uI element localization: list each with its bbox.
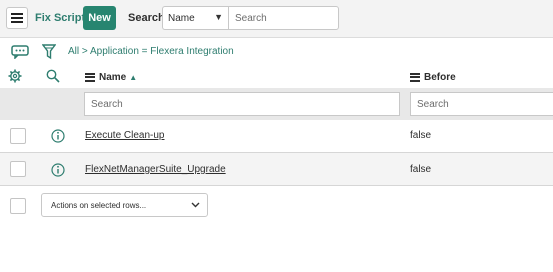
column-header-row: Name ▲ Before <box>0 63 553 89</box>
select-all-checkbox[interactable] <box>10 198 26 214</box>
search-icon[interactable] <box>46 69 60 83</box>
name-filter-input[interactable] <box>84 92 400 116</box>
chat-icon[interactable] <box>11 45 29 59</box>
chevron-down-icon <box>191 200 200 212</box>
search-input[interactable] <box>228 6 339 30</box>
new-button[interactable]: New <box>83 6 116 30</box>
column-header-name[interactable]: Name ▲ <box>85 71 137 83</box>
column-filter-row <box>0 88 553 120</box>
row-checkbox[interactable] <box>10 128 26 144</box>
before-value: false <box>410 130 432 141</box>
before-value: false <box>410 164 432 175</box>
script-name-link[interactable]: Execute Clean-up <box>85 130 165 141</box>
table-row: Execute Clean-up false <box>0 120 553 153</box>
sort-ascending-icon: ▲ <box>129 72 138 82</box>
filter-icon[interactable] <box>42 44 56 60</box>
breadcrumb-condition[interactable]: Application = Flexera Integration <box>90 46 234 57</box>
search-field-select[interactable]: Name ▼ <box>162 6 228 30</box>
search-label: Search <box>128 12 165 24</box>
row-checkbox[interactable] <box>10 161 26 177</box>
search-field-value: Name <box>168 13 195 24</box>
breadcrumb: All > Application = Flexera Integration <box>68 46 234 57</box>
breadcrumb-all[interactable]: All <box>68 46 79 57</box>
actions-select[interactable]: Actions on selected rows... <box>41 193 208 217</box>
hamburger-icon <box>11 13 23 23</box>
column-header-before[interactable]: Before <box>410 71 456 83</box>
before-filter-input[interactable] <box>410 92 553 116</box>
column-header-before-label: Before <box>424 71 456 83</box>
info-icon[interactable] <box>51 129 65 143</box>
column-header-name-label: Name <box>99 71 127 83</box>
breadcrumb-separator: > <box>81 46 88 57</box>
column-menu-icon[interactable] <box>85 71 95 83</box>
script-name-link[interactable]: FlexNetManagerSuite_Upgrade <box>85 164 226 175</box>
info-icon[interactable] <box>51 163 65 177</box>
caret-down-icon: ▼ <box>214 12 223 22</box>
menu-button[interactable] <box>6 7 28 29</box>
gear-icon[interactable] <box>8 69 22 83</box>
actions-select-value: Actions on selected rows... <box>51 201 147 210</box>
column-menu-icon[interactable] <box>410 71 420 83</box>
table-row: FlexNetManagerSuite_Upgrade false <box>0 153 553 186</box>
list-header-bar: Fix Scripts New Search Name ▼ <box>0 0 553 38</box>
